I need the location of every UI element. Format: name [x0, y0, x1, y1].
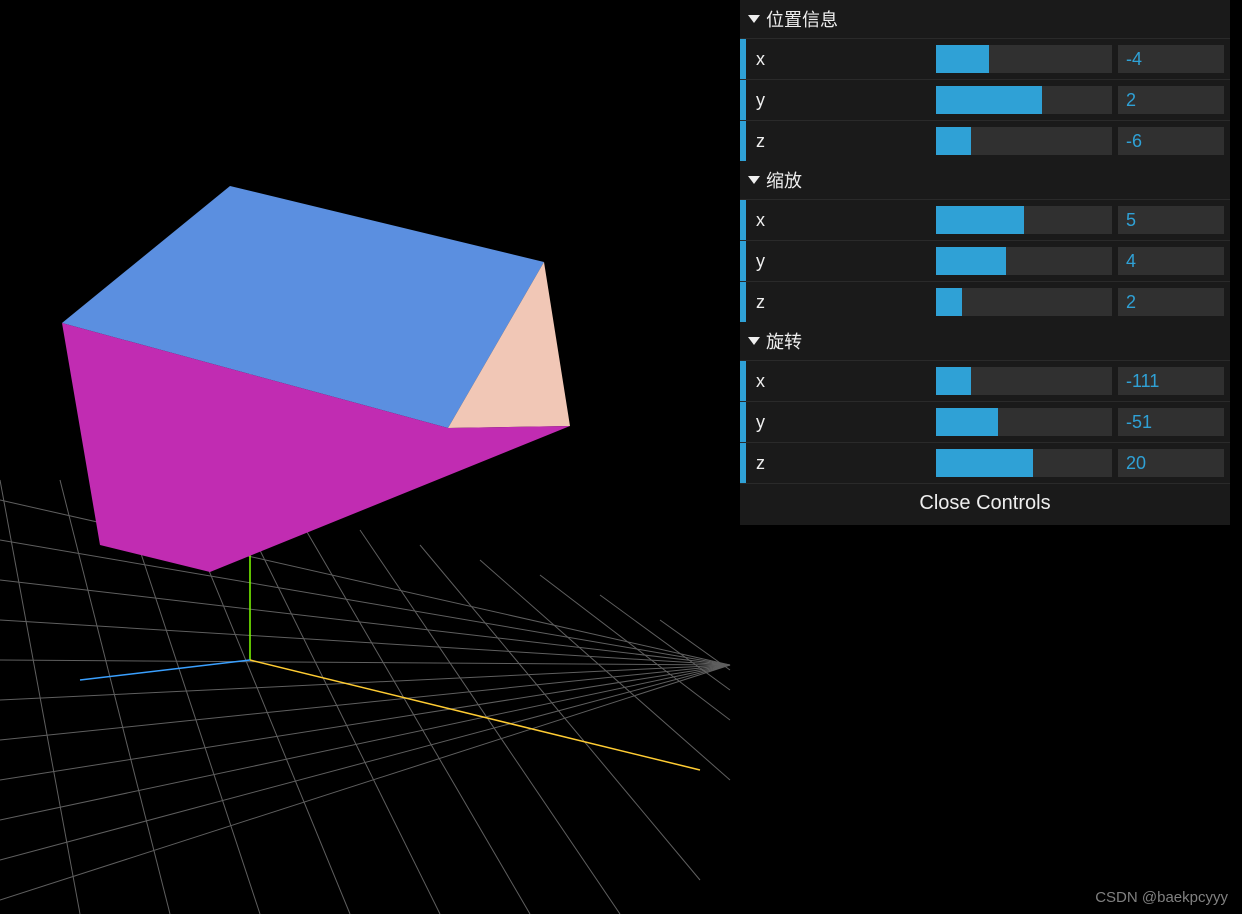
close-controls-button[interactable]: Close Controls	[740, 483, 1230, 525]
value-input-pos-y[interactable]: 2	[1118, 86, 1224, 114]
slider-pos-z[interactable]	[936, 127, 1112, 155]
slider-scale-x[interactable]	[936, 206, 1112, 234]
chevron-down-icon	[748, 15, 760, 23]
folder-title-position[interactable]: 位置信息	[740, 0, 1230, 38]
chevron-down-icon	[748, 337, 760, 345]
control-label: z	[746, 121, 936, 161]
control-label: y	[746, 80, 936, 120]
control-label: y	[746, 241, 936, 281]
value-input-scale-x[interactable]: 5	[1118, 206, 1224, 234]
folder-title-rotation[interactable]: 旋转	[740, 322, 1230, 360]
folder-label: 旋转	[766, 328, 802, 354]
control-label: z	[746, 282, 936, 322]
control-label: x	[746, 361, 936, 401]
control-label: y	[746, 402, 936, 442]
slider-pos-x[interactable]	[936, 45, 1112, 73]
slider-fill	[936, 449, 1033, 477]
slider-fill	[936, 247, 1006, 275]
value-input-scale-y[interactable]: 4	[1118, 247, 1224, 275]
chevron-down-icon	[748, 176, 760, 184]
control-row-rot-x: x -111	[740, 360, 1230, 401]
value-input-scale-z[interactable]: 2	[1118, 288, 1224, 316]
control-label: x	[746, 200, 936, 240]
watermark: CSDN @baekpcyyy	[1095, 889, 1228, 906]
control-label: z	[746, 443, 936, 483]
control-row-scale-x: x5	[740, 199, 1230, 240]
control-label: x	[746, 39, 936, 79]
value-input-rot-x[interactable]: -111	[1118, 367, 1224, 395]
control-row-rot-y: y -51	[740, 401, 1230, 442]
value-input-rot-y[interactable]: -51	[1118, 408, 1224, 436]
control-row-scale-z: z2	[740, 281, 1230, 322]
slider-fill	[936, 288, 962, 316]
control-row-rot-z: z 20	[740, 442, 1230, 483]
value-input-rot-z[interactable]: 20	[1118, 449, 1224, 477]
slider-scale-z[interactable]	[936, 288, 1112, 316]
control-row-pos-x: x -4	[740, 38, 1230, 79]
control-row-scale-y: y4	[740, 240, 1230, 281]
folder-title-scale[interactable]: 缩放	[740, 161, 1230, 199]
value-input-pos-x[interactable]: -4	[1118, 45, 1224, 73]
control-row-pos-y: y2	[740, 79, 1230, 120]
value-input-pos-z[interactable]: -6	[1118, 127, 1224, 155]
slider-fill	[936, 408, 998, 436]
folder-label: 缩放	[766, 167, 802, 193]
slider-rot-y[interactable]	[936, 408, 1112, 436]
cube	[62, 186, 570, 572]
slider-rot-x[interactable]	[936, 367, 1112, 395]
slider-pos-y[interactable]	[936, 86, 1112, 114]
slider-fill	[936, 206, 1024, 234]
slider-fill	[936, 367, 971, 395]
slider-fill	[936, 86, 1042, 114]
slider-rot-z[interactable]	[936, 449, 1112, 477]
folder-label: 位置信息	[766, 6, 838, 32]
slider-scale-y[interactable]	[936, 247, 1112, 275]
control-row-pos-z: z -6	[740, 120, 1230, 161]
slider-fill	[936, 45, 989, 73]
slider-fill	[936, 127, 971, 155]
gui-panel: 位置信息x-4y2z-6缩放x5y4z2旋转x-111y-51z20Close …	[740, 0, 1230, 525]
